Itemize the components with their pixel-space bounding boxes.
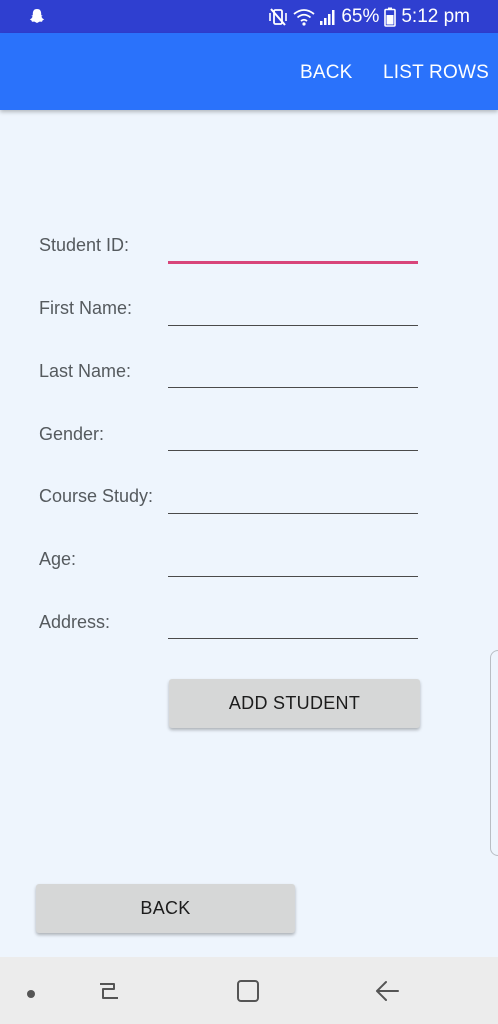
recent-apps-icon[interactable] [96,978,122,1009]
back-arrow-icon[interactable] [374,978,400,1009]
navigation-bar [0,957,498,1024]
student-id-input[interactable] [168,233,418,264]
status-indicators: 65% 5:12 pm [268,4,470,30]
app-bar-back-button[interactable]: BACK [300,62,353,84]
gender-input[interactable] [168,420,418,451]
list-rows-button[interactable]: LIST ROWS [383,62,489,84]
scroll-edge-indicator [490,650,498,856]
last-name-label: Last Name: [39,361,132,381]
course-study-input[interactable] [168,483,418,514]
first-name-label: First Name: [39,298,133,318]
snapchat-icon [28,7,46,25]
status-bar: 65% 5:12 pm [0,0,498,33]
first-name-input[interactable] [168,295,418,326]
clock: 5:12 pm [401,6,470,27]
battery-percent: 65% [341,6,380,27]
last-name-input[interactable] [168,357,418,388]
battery-icon [384,7,397,27]
app-bar: BACK LIST ROWS [0,33,498,110]
age-label: Age: [39,549,77,569]
wifi-icon [293,8,315,26]
course-study-label: Course Study: [39,486,154,506]
mute-vibrate-icon [268,7,288,27]
student-id-label: Student ID: [39,235,130,255]
dot-icon [26,986,36,1004]
add-student-button[interactable]: ADD STUDENT [169,679,420,728]
signal-icon [320,8,336,26]
gender-label: Gender: [39,424,105,444]
home-icon[interactable] [235,978,261,1009]
back-button[interactable]: BACK [36,884,295,933]
address-label: Address: [39,612,111,632]
address-input[interactable] [168,608,418,639]
age-input[interactable] [168,546,418,577]
